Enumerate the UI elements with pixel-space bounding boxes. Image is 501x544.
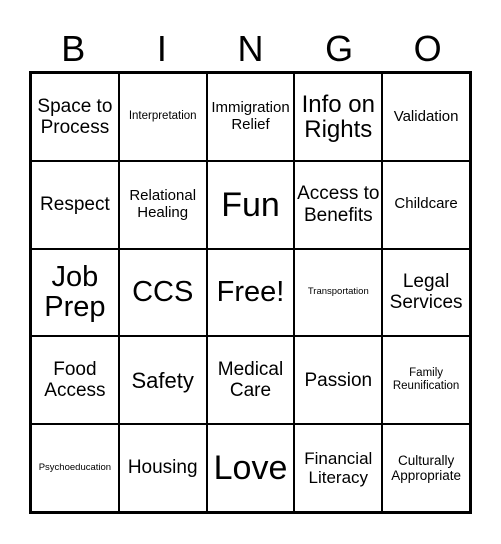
bingo-cell[interactable]: Access to Benefits: [294, 160, 383, 249]
bingo-cell[interactable]: Medical Care: [206, 336, 295, 425]
header-letter-o: O: [413, 28, 442, 69]
bingo-cell[interactable]: Psychoeducation: [31, 424, 119, 512]
bingo-cell[interactable]: Validation: [382, 73, 470, 161]
free-space-cell[interactable]: Free!: [206, 248, 295, 337]
bingo-cell[interactable]: Passion: [294, 336, 383, 425]
bingo-cell[interactable]: Family Reunification: [382, 336, 470, 425]
header-letter-b: B: [61, 28, 86, 69]
bingo-cell[interactable]: Interpretation: [118, 73, 207, 161]
bingo-cell[interactable]: Immigration Relief: [206, 73, 295, 161]
bingo-cell[interactable]: Job Prep: [31, 248, 119, 337]
bingo-cell[interactable]: Respect: [31, 160, 119, 249]
bingo-cell[interactable]: Food Access: [31, 336, 119, 425]
bingo-cell[interactable]: Financial Literacy: [294, 424, 383, 512]
header-letter-n: N: [237, 28, 264, 69]
bingo-cell[interactable]: CCS: [118, 248, 207, 337]
header-letter-i: I: [156, 28, 167, 69]
bingo-cell[interactable]: Fun: [206, 160, 295, 249]
header-letter-g: G: [325, 28, 354, 69]
bingo-grid: Space to Process Interpretation Immigrat…: [29, 71, 472, 514]
bingo-cell[interactable]: Culturally Appropriate: [382, 424, 470, 512]
bingo-cell[interactable]: Safety: [118, 336, 207, 425]
bingo-header: B I N G O: [29, 26, 472, 72]
bingo-cell[interactable]: Love: [206, 424, 295, 512]
bingo-cell[interactable]: Legal Services: [382, 248, 470, 337]
bingo-cell[interactable]: Space to Process: [31, 73, 119, 161]
bingo-cell[interactable]: Housing: [118, 424, 207, 512]
bingo-cell[interactable]: Transportation: [294, 248, 383, 337]
bingo-cell[interactable]: Relational Healing: [118, 160, 207, 249]
bingo-cell[interactable]: Info on Rights: [294, 73, 383, 161]
bingo-cell[interactable]: Childcare: [382, 160, 470, 249]
